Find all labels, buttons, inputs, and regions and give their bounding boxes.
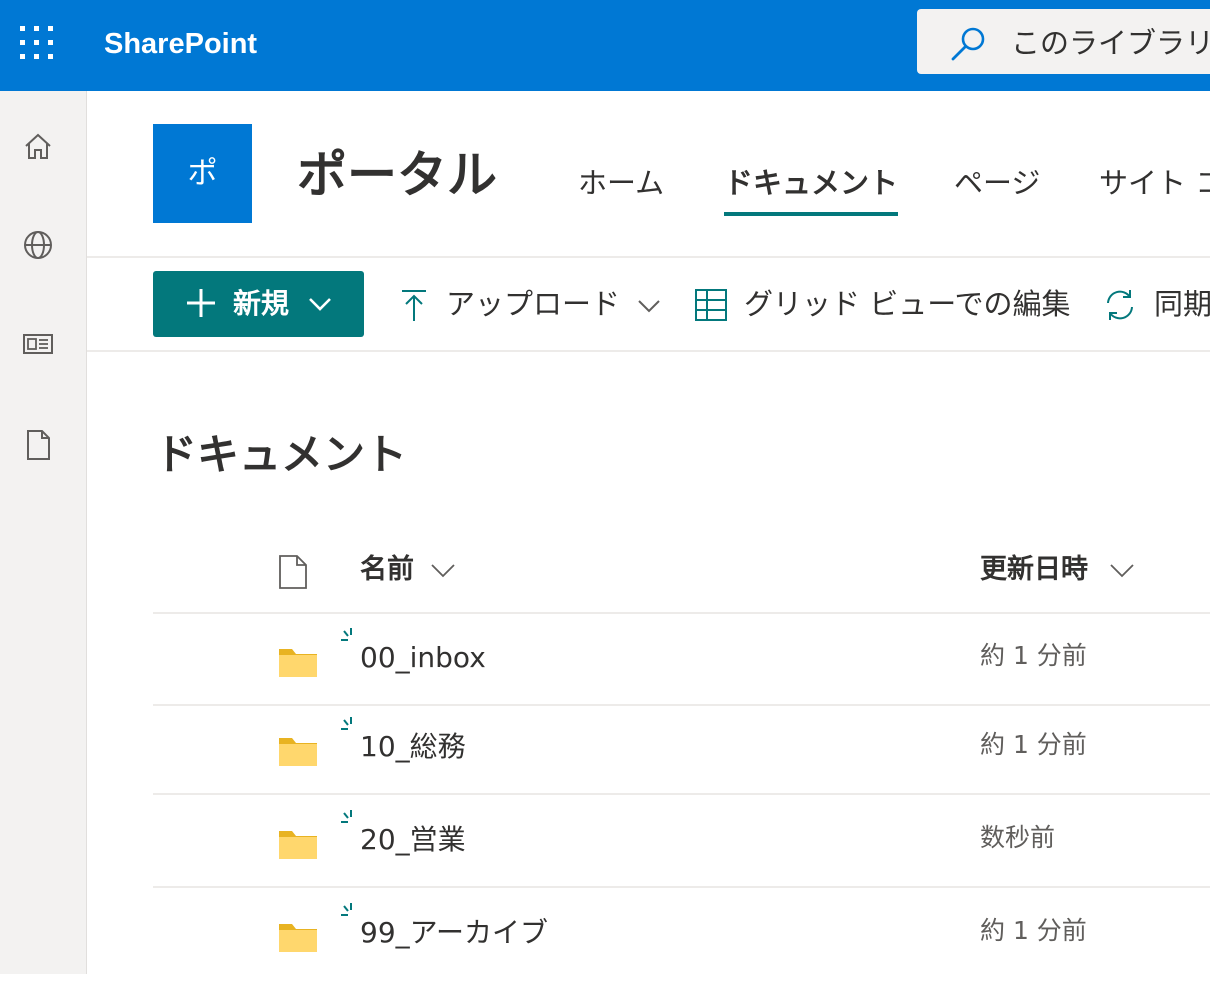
- chevron-down-icon: [309, 298, 331, 311]
- upload-button[interactable]: アップロード: [396, 271, 666, 337]
- command-bar-divider: [87, 350, 1210, 352]
- table-row[interactable]: 00_inbox 約 1 分前: [153, 614, 1210, 706]
- app-launcher-icon[interactable]: [20, 26, 54, 60]
- sync-icon: [1107, 290, 1133, 320]
- news-icon[interactable]: [18, 324, 58, 364]
- new-button[interactable]: 新規: [153, 271, 364, 337]
- chevron-down-icon: [638, 300, 660, 313]
- search-box[interactable]: このライブラリ: [917, 9, 1210, 74]
- app-rail: [0, 91, 87, 974]
- chevron-down-icon[interactable]: [429, 558, 457, 582]
- row-name-link[interactable]: 10_総務: [360, 727, 466, 767]
- column-header-row: 名前 更新日時: [153, 540, 1210, 614]
- nav-link-documents[interactable]: ドキュメント: [724, 161, 898, 205]
- row-modified: 約 1 分前: [980, 916, 1087, 945]
- row-name-link[interactable]: 00_inbox: [360, 638, 486, 678]
- file-type-icon[interactable]: [277, 554, 309, 590]
- nav-link-pages[interactable]: ページ: [954, 161, 1040, 205]
- row-modified: 約 1 分前: [980, 641, 1087, 670]
- app-brand[interactable]: SharePoint: [104, 26, 257, 62]
- sync-label: 同期: [1154, 287, 1210, 321]
- upload-label: アップロード: [446, 287, 621, 321]
- suite-bar: SharePoint このライブラリ: [0, 0, 1210, 91]
- new-item-icon: [341, 717, 352, 730]
- folder-icon: [279, 831, 317, 859]
- table-row[interactable]: 99_アーカイブ 約 1 分前: [153, 889, 1210, 981]
- new-item-icon: [341, 628, 352, 641]
- upload-icon: [402, 290, 426, 321]
- document-icon[interactable]: [18, 425, 58, 465]
- site-logo[interactable]: ポ: [153, 124, 252, 223]
- header-divider: [87, 256, 1210, 258]
- row-name-link[interactable]: 20_営業: [360, 820, 466, 860]
- folder-icon: [279, 924, 317, 952]
- new-item-icon: [341, 903, 352, 916]
- new-item-icon: [341, 810, 352, 823]
- new-button-label: 新規: [233, 287, 290, 320]
- nav-link-site-contents[interactable]: サイト コ: [1099, 161, 1210, 205]
- grid-view-edit-button[interactable]: グリッド ビューでの編集: [693, 271, 1083, 337]
- grid-icon: [695, 289, 727, 321]
- row-modified: 数秒前: [980, 823, 1056, 852]
- column-header-modified[interactable]: 更新日時: [980, 550, 1088, 590]
- folder-icon: [279, 649, 317, 677]
- nav-link-home[interactable]: ホーム: [578, 161, 664, 205]
- active-nav-indicator: [724, 212, 898, 216]
- home-icon[interactable]: [18, 126, 58, 166]
- row-name-link[interactable]: 99_アーカイブ: [360, 913, 548, 953]
- table-row[interactable]: 10_総務 約 1 分前: [153, 703, 1210, 795]
- folder-icon: [279, 738, 317, 766]
- search-icon: [951, 27, 985, 61]
- site-title[interactable]: ポータル: [297, 143, 497, 207]
- globe-icon[interactable]: [18, 225, 58, 265]
- table-row[interactable]: 20_営業 数秒前: [153, 796, 1210, 888]
- library-title: ドキュメント: [155, 430, 408, 479]
- row-modified: 約 1 分前: [980, 730, 1087, 759]
- grid-view-edit-label: グリッド ビューでの編集: [744, 287, 1071, 321]
- search-placeholder: このライブラリ: [1011, 26, 1210, 60]
- column-header-name[interactable]: 名前: [360, 550, 414, 590]
- plus-icon: [187, 289, 215, 317]
- sync-button[interactable]: 同期: [1102, 271, 1210, 337]
- chevron-down-icon[interactable]: [1108, 558, 1136, 582]
